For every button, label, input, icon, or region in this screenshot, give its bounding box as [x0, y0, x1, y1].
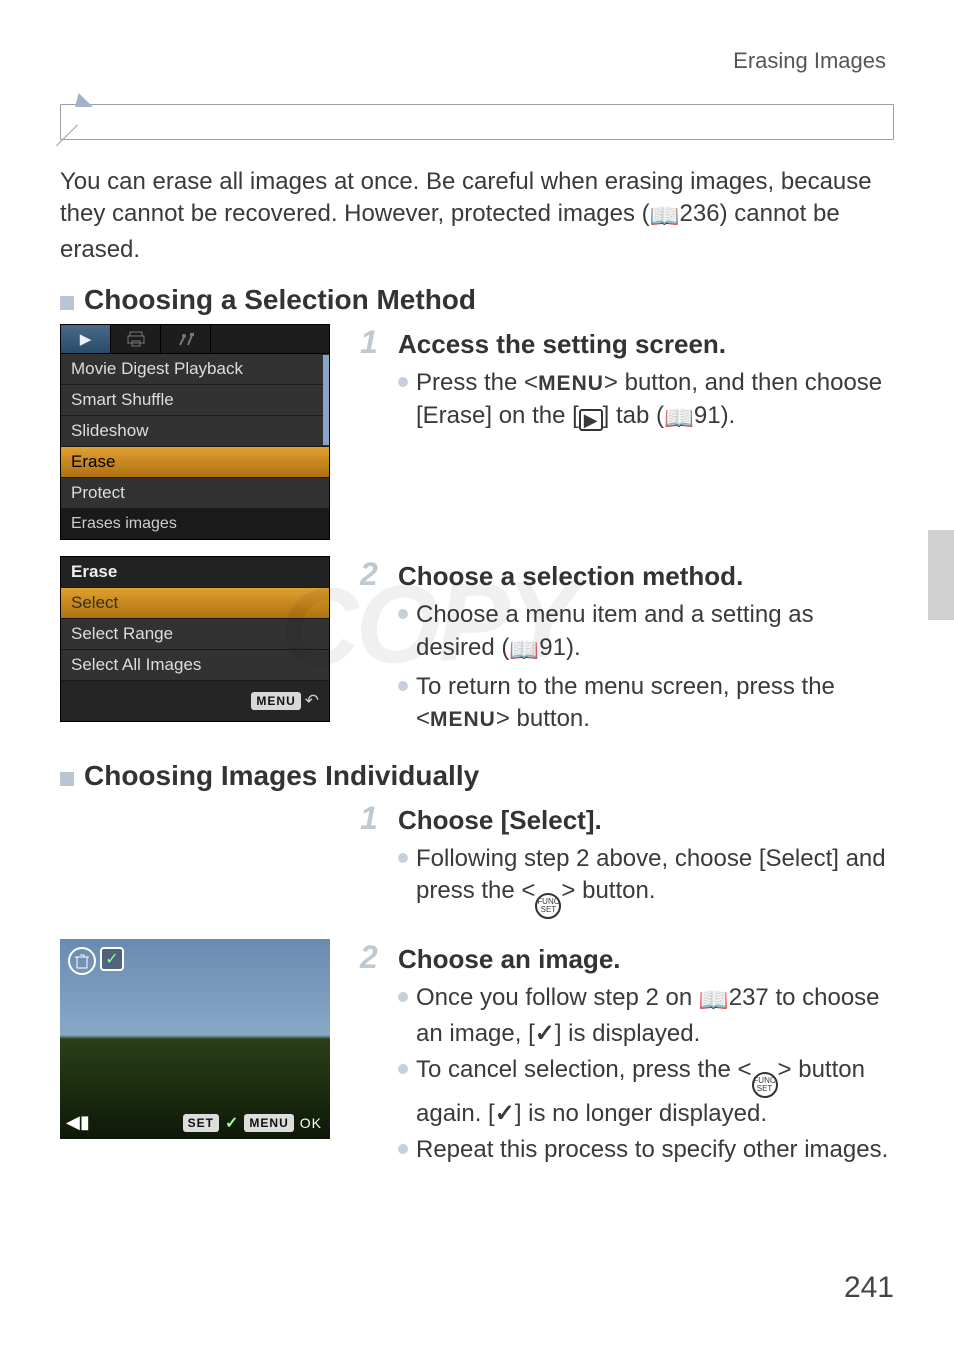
set-pill-label: SET — [183, 1114, 219, 1132]
text-fragment: ] is no longer displayed. — [515, 1100, 767, 1127]
section-title-individually: Choosing Images Individually — [84, 760, 479, 792]
ok-label: OK — [300, 1115, 322, 1131]
menu-item-smart-shuffle: Smart Shuffle — [61, 385, 329, 416]
indiv-step2-bullet1: Once you follow step 2 on 📖237 to choose… — [416, 982, 894, 1050]
bullet-dot-icon — [398, 992, 408, 1002]
book-icon: 📖 — [509, 635, 539, 667]
text-fragment: Choose a menu item and a setting as desi… — [416, 601, 814, 660]
step-number: 2 — [360, 939, 384, 976]
text-fragment: Once you follow step 2 on — [416, 984, 699, 1011]
menu-item-slideshow: Slideshow — [61, 416, 329, 447]
playback-tab-icon: ▶ — [579, 409, 603, 431]
func-set-button-icon: FUNCSET — [752, 1072, 778, 1098]
step-number: 1 — [360, 800, 384, 837]
step-number: 2 — [360, 556, 384, 593]
nav-left-icon: ◀▮ — [66, 1112, 90, 1133]
menu-pill-label: MENU — [244, 1114, 293, 1132]
intro-ref: 236 — [680, 200, 720, 227]
set-label: SET — [541, 906, 557, 914]
intro-paragraph: You can erase all images at once. Be car… — [60, 166, 894, 266]
playback-tab: ▶ — [61, 325, 111, 353]
bullet-dot-icon — [398, 377, 408, 387]
section-title-selection-method: Choosing a Selection Method — [84, 284, 476, 316]
section-side-tab — [928, 530, 954, 620]
text-fragment: ). — [721, 402, 736, 429]
erase-option-select-range: Select Range — [61, 619, 329, 650]
menu-item-movie-digest: Movie Digest Playback — [61, 354, 329, 385]
book-icon: 📖 — [650, 201, 680, 233]
bullet-dot-icon — [398, 1144, 408, 1154]
section-bullet-icon — [60, 296, 74, 310]
step2-bullet1-text: Choose a menu item and a setting as desi… — [416, 599, 894, 667]
menu-pill-label: MENU — [251, 692, 300, 710]
camera-image-preview: ✓ ◀▮ SET ✓ MENU OK — [60, 939, 330, 1139]
bullet-dot-icon — [398, 853, 408, 863]
camera-menu-playback: ▶ Movie Digest Playback Smart Shuffle Sl… — [60, 324, 330, 540]
bullet-dot-icon — [398, 681, 408, 691]
page-reference: 91 — [694, 402, 721, 429]
erase-option-select: Select — [61, 588, 329, 619]
scroll-indicator — [323, 355, 329, 445]
tools-tab — [161, 325, 211, 353]
callout-box — [60, 104, 894, 140]
menu-button-label: MENU — [538, 372, 604, 395]
print-tab — [111, 325, 161, 353]
back-arrow-icon: ↶ — [305, 691, 319, 711]
menu-button-label: MENU — [430, 708, 496, 731]
set-label: SET — [757, 1085, 773, 1093]
check-icon: ✓ — [535, 1020, 555, 1047]
text-fragment: ] is displayed. — [555, 1020, 700, 1047]
page-reference: 237 — [729, 984, 769, 1011]
text-fragment: > button. — [561, 877, 655, 904]
page-number: 241 — [844, 1271, 894, 1305]
text-fragment: ] tab ( — [603, 402, 664, 429]
text-fragment: > button. — [496, 705, 590, 732]
step-title-choose-selection: Choose a selection method. — [398, 561, 743, 592]
step-title-choose-image: Choose an image. — [398, 944, 621, 975]
menu-item-protect: Protect — [61, 478, 329, 509]
check-icon: ✓ — [495, 1100, 515, 1127]
indiv-step2-bullet2: To cancel selection, press the <FUNCSET>… — [416, 1054, 894, 1130]
menu-item-erase: Erase — [61, 447, 329, 478]
play-tab-icon: ▶ — [80, 330, 92, 348]
trash-icon — [68, 947, 96, 975]
step2-bullet2-text: To return to the menu screen, press the … — [416, 671, 894, 736]
erase-menu-title: Erase — [61, 557, 329, 588]
text-fragment: ). — [566, 634, 581, 661]
bullet-dot-icon — [398, 609, 408, 619]
text-fragment: Press the < — [416, 369, 538, 396]
erase-option-select-all: Select All Images — [61, 650, 329, 681]
step-title-access-setting: Access the setting screen. — [398, 329, 726, 360]
func-set-button-icon: FUNCSET — [535, 893, 561, 919]
indiv-step2-bullet3: Repeat this process to specify other ima… — [416, 1134, 888, 1166]
menu-status-text: Erases images — [61, 509, 329, 539]
section-bullet-icon — [60, 772, 74, 786]
check-icon: ✓ — [225, 1113, 238, 1133]
check-icon: ✓ — [100, 947, 124, 971]
step-number: 1 — [360, 324, 384, 361]
running-header: Erasing Images — [60, 48, 894, 74]
step1-bullet-text: Press the <MENU> button, and then choose… — [416, 367, 894, 435]
indiv-step1-bullet: Following step 2 above, choose [Select] … — [416, 843, 894, 919]
step-title-choose-select: Choose [Select]. — [398, 805, 602, 836]
book-icon: 📖 — [664, 403, 694, 435]
book-icon: 📖 — [699, 985, 729, 1017]
text-fragment: To cancel selection, press the < — [416, 1056, 752, 1083]
camera-menu-erase: Erase Select Select Range Select All Ima… — [60, 556, 330, 722]
bullet-dot-icon — [398, 1064, 408, 1074]
page-reference: 91 — [539, 634, 566, 661]
